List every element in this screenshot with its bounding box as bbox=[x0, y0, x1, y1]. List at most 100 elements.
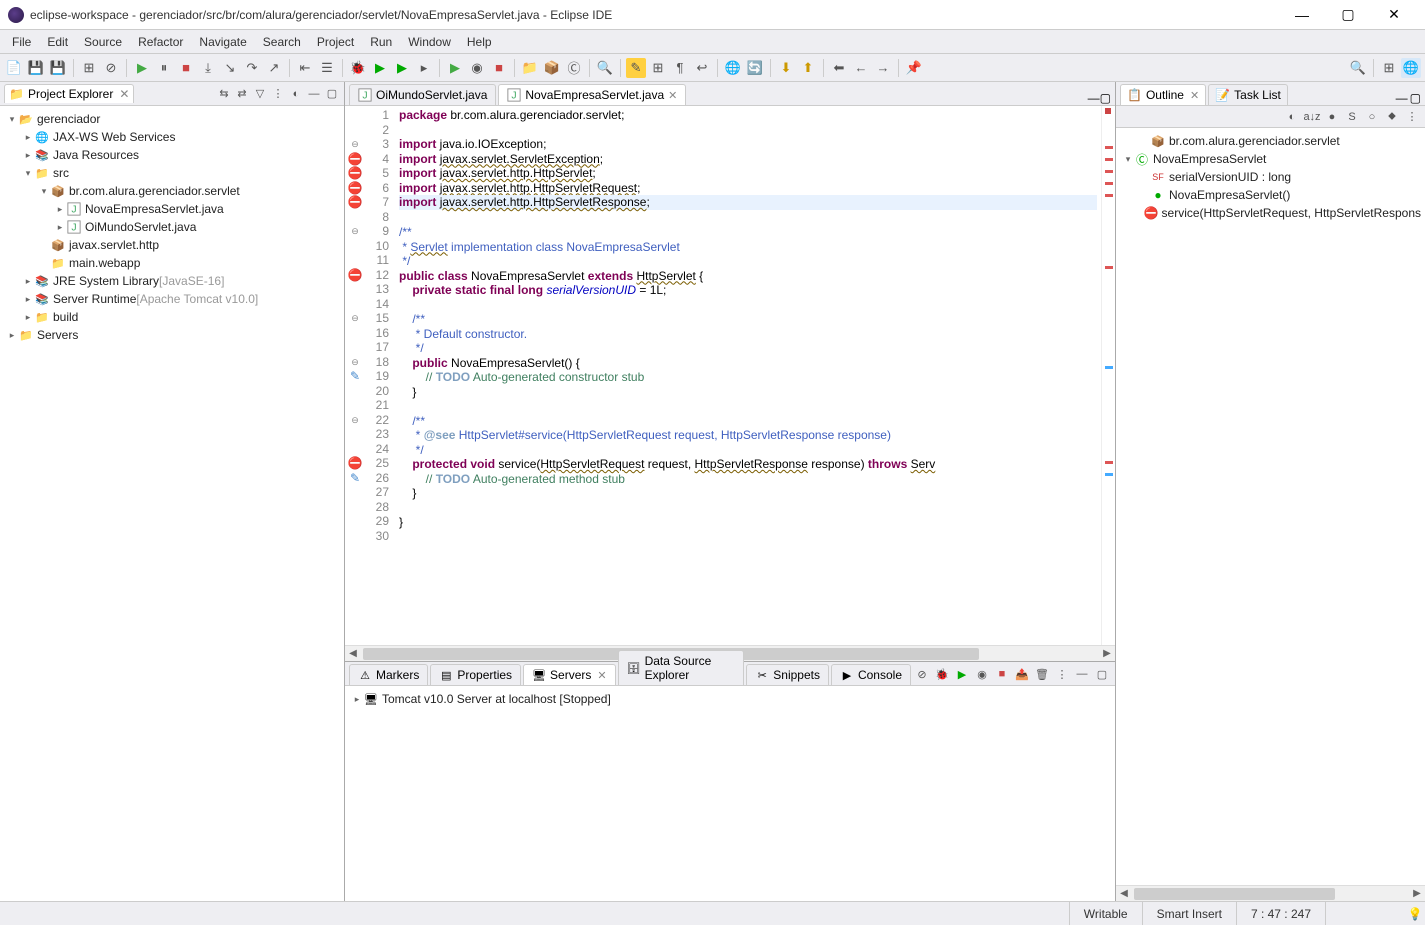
tree-item[interactable]: ▾📦br.com.alura.gerenciador.servlet bbox=[4, 182, 340, 200]
maximize-view-button[interactable]: ▢ bbox=[324, 86, 340, 102]
tree-item[interactable]: ▸JOiMundoServlet.java bbox=[4, 218, 340, 236]
editor-body[interactable]: ⊖⛔⛔⛔⛔⊖⛔⊖⊖✎⊖⛔✎ 12345678910111213141516171… bbox=[345, 106, 1115, 645]
editor-tab[interactable]: JOiMundoServlet.java bbox=[349, 84, 496, 105]
disconnect-button[interactable]: ⤓ bbox=[198, 58, 218, 78]
servers-view-body[interactable]: ▸ 🖥 Tomcat v10.0 Server at localhost [St… bbox=[345, 686, 1115, 901]
bottom-tab-snippets[interactable]: ✂Snippets bbox=[746, 664, 829, 685]
terminate-button[interactable]: ■ bbox=[176, 58, 196, 78]
close-view-icon[interactable]: ✕ bbox=[119, 87, 129, 101]
menu-edit[interactable]: Edit bbox=[39, 31, 76, 53]
close-tab-icon[interactable]: ✕ bbox=[668, 89, 677, 102]
toggle-mark-button[interactable]: ✎ bbox=[626, 58, 646, 78]
last-edit-button[interactable]: ⬅ bbox=[829, 58, 849, 78]
editor-tab[interactable]: JNovaEmpresaServlet.java✕ bbox=[498, 84, 686, 105]
refresh-button[interactable]: 🔄 bbox=[745, 58, 765, 78]
prev-annotation-button[interactable]: ⬆ bbox=[798, 58, 818, 78]
maximize-outline-button[interactable]: ▢ bbox=[1410, 91, 1421, 105]
stop-server-button[interactable]: ■ bbox=[993, 665, 1011, 683]
stop-server-button[interactable]: ■ bbox=[489, 58, 509, 78]
tree-item[interactable]: 📁main.webapp bbox=[4, 254, 340, 272]
clean-button[interactable]: 🗑 bbox=[1033, 665, 1051, 683]
menu-help[interactable]: Help bbox=[459, 31, 500, 53]
focus-task-button[interactable]: ◐ bbox=[288, 86, 304, 102]
tree-item[interactable]: 📦javax.servlet.http bbox=[4, 236, 340, 254]
sort-button[interactable]: a↓z bbox=[1303, 108, 1321, 126]
project-explorer-tab[interactable]: 📁 Project Explorer ✕ bbox=[4, 84, 134, 103]
word-wrap-button[interactable]: ↩ bbox=[692, 58, 712, 78]
collapse-all-button[interactable]: ⇆ bbox=[216, 86, 232, 102]
outline-item[interactable]: ▾ⒸNovaEmpresaServlet bbox=[1120, 150, 1421, 168]
outline-tree[interactable]: 📦br.com.alura.gerenciador.servlet▾ⒸNovaE… bbox=[1116, 128, 1425, 885]
publish-button[interactable]: 📤 bbox=[1013, 665, 1031, 683]
web-browser-button[interactable]: 🌐 bbox=[723, 58, 743, 78]
step-over-button[interactable]: ↷ bbox=[242, 58, 262, 78]
bottom-tab-servers[interactable]: 🖥Servers✕ bbox=[523, 664, 616, 685]
menu-project[interactable]: Project bbox=[309, 31, 362, 53]
maximize-button[interactable]: ▢ bbox=[1325, 0, 1371, 30]
no-servers-button[interactable]: ⊘ bbox=[913, 665, 931, 683]
annotation-ruler[interactable]: ⊖⛔⛔⛔⛔⊖⛔⊖⊖✎⊖⛔✎ bbox=[345, 106, 365, 645]
close-button[interactable]: ✕ bbox=[1371, 0, 1417, 30]
tree-item[interactable]: ▸📚JRE System Library [JavaSE-16] bbox=[4, 272, 340, 290]
code-editor[interactable]: package br.com.alura.gerenciador.servlet… bbox=[395, 106, 1101, 645]
save-all-button[interactable]: 💾 bbox=[48, 58, 68, 78]
run-server-button[interactable]: ▶ bbox=[953, 665, 971, 683]
search-toolbar-button[interactable]: 🔍 bbox=[1348, 58, 1368, 78]
close-tab-icon[interactable]: ✕ bbox=[597, 669, 606, 682]
outline-h-scrollbar[interactable]: ◀ ▶ bbox=[1116, 885, 1425, 901]
outline-tab[interactable]: 📋Outline✕ bbox=[1120, 84, 1206, 105]
new-java-project-button[interactable]: 📁 bbox=[520, 58, 540, 78]
step-return-button[interactable]: ↗ bbox=[264, 58, 284, 78]
menu-source[interactable]: Source bbox=[76, 31, 130, 53]
menu-navigate[interactable]: Navigate bbox=[191, 31, 254, 53]
coverage-button[interactable]: ▶ bbox=[392, 58, 412, 78]
open-perspective-button[interactable]: ⊞ bbox=[1379, 58, 1399, 78]
open-type-button[interactable]: 🔍 bbox=[595, 58, 615, 78]
menu-search[interactable]: Search bbox=[255, 31, 309, 53]
outline-item[interactable]: ●NovaEmpresaServlet() bbox=[1120, 186, 1421, 204]
minimize-outline-button[interactable]: — bbox=[1396, 91, 1408, 105]
focus-active-task-button[interactable]: ◐ bbox=[1283, 108, 1301, 126]
menu-file[interactable]: File bbox=[4, 31, 39, 53]
tree-item[interactable]: ▸📚Server Runtime [Apache Tomcat v10.0] bbox=[4, 290, 340, 308]
show-whitespace-button[interactable]: ¶ bbox=[670, 58, 690, 78]
profile-server-button[interactable]: ◉ bbox=[467, 58, 487, 78]
new-button[interactable]: 📄 bbox=[4, 58, 24, 78]
hide-static-button[interactable]: S bbox=[1343, 108, 1361, 126]
debug-button[interactable]: 🐞 bbox=[348, 58, 368, 78]
menu-refactor[interactable]: Refactor bbox=[130, 31, 191, 53]
java-ee-perspective-button[interactable]: 🌐 bbox=[1401, 58, 1421, 78]
min-button[interactable]: — bbox=[1073, 665, 1091, 683]
tree-item[interactable]: ▾📂gerenciador bbox=[4, 110, 340, 128]
resume-button[interactable]: ▶ bbox=[132, 58, 152, 78]
max-button[interactable]: ▢ bbox=[1093, 665, 1111, 683]
maximize-editor-button[interactable]: ▢ bbox=[1100, 91, 1111, 105]
overview-ruler[interactable] bbox=[1101, 106, 1115, 645]
link-editor-button[interactable]: ⇄ bbox=[234, 86, 250, 102]
menu-run[interactable]: Run bbox=[362, 31, 400, 53]
minimize-button[interactable]: — bbox=[1279, 0, 1325, 30]
tree-item[interactable]: ▸🌐JAX-WS Web Services bbox=[4, 128, 340, 146]
tree-item[interactable]: ▸📁build bbox=[4, 308, 340, 326]
start-server-button[interactable]: 🐞 bbox=[933, 665, 951, 683]
use-step-filters-button[interactable]: ☰ bbox=[317, 58, 337, 78]
view-menu-button[interactable]: ⋮ bbox=[1053, 665, 1071, 683]
hide-local-button[interactable]: ⬥ bbox=[1383, 108, 1401, 126]
tree-item[interactable]: ▾📁src bbox=[4, 164, 340, 182]
bottom-tab-markers[interactable]: ⚠Markers bbox=[349, 664, 428, 685]
run-last-button[interactable]: ▸ bbox=[414, 58, 434, 78]
new-class-button[interactable]: Ⓒ bbox=[564, 58, 584, 78]
run-button[interactable]: ▶ bbox=[370, 58, 390, 78]
new-package-button[interactable]: 📦 bbox=[542, 58, 562, 78]
tip-icon[interactable]: 💡 bbox=[1405, 907, 1425, 921]
close-view-icon[interactable]: ✕ bbox=[1190, 89, 1199, 102]
server-item[interactable]: ▸ 🖥 Tomcat v10.0 Server at localhost [St… bbox=[349, 690, 1111, 708]
drop-frame-button[interactable]: ⇤ bbox=[295, 58, 315, 78]
filter-button[interactable]: ▽ bbox=[252, 86, 268, 102]
tree-item[interactable]: ▸📚Java Resources bbox=[4, 146, 340, 164]
suspend-button[interactable]: ⏸ bbox=[154, 58, 174, 78]
bottom-tab-data-source-explorer[interactable]: 🗄Data Source Explorer bbox=[618, 650, 745, 685]
toggle-breadcrumb-button[interactable]: ⊞ bbox=[79, 58, 99, 78]
outline-item[interactable]: ⛔service(HttpServletRequest, HttpServlet… bbox=[1120, 204, 1421, 222]
view-menu-button[interactable]: ⋮ bbox=[270, 86, 286, 102]
